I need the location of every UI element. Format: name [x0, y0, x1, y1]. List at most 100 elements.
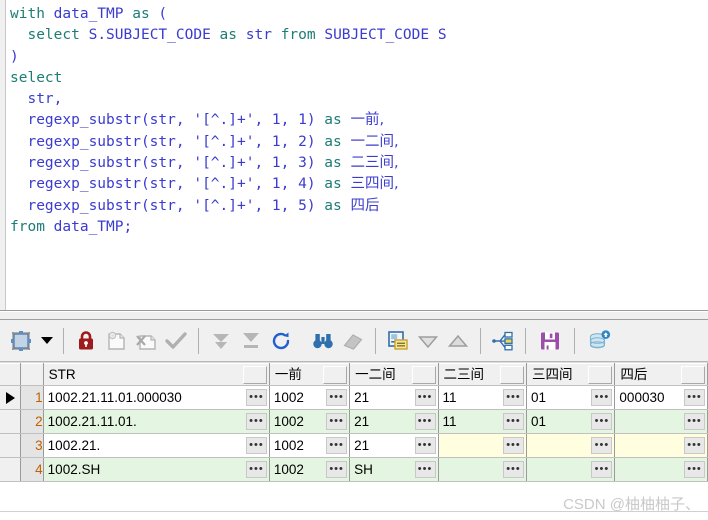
cell-expand-button[interactable]: •••	[591, 461, 613, 478]
results-toolbar	[0, 320, 708, 362]
table-cell-c1[interactable]: 1002 •••	[269, 433, 351, 458]
cell-expand-button[interactable]: •••	[502, 437, 524, 454]
delete-record-button[interactable]	[131, 324, 161, 358]
table-cell-str[interactable]: 1002.SH •••	[43, 457, 270, 482]
table-cell-str[interactable]: 1002.21.11.01. •••	[43, 409, 270, 434]
cell-expand-button[interactable]: •••	[684, 461, 705, 478]
cell-expand-button[interactable]: •••	[591, 413, 613, 430]
cell-expand-button[interactable]: •••	[591, 437, 613, 454]
row-indicator-cell[interactable]	[0, 409, 22, 434]
cell-expand-button[interactable]: •••	[326, 413, 348, 430]
table-cell-c4[interactable]: 01 •••	[526, 409, 616, 434]
row-indicator-cell[interactable]	[0, 433, 22, 458]
insert-record-button[interactable]	[101, 324, 131, 358]
table-cell-c2[interactable]: 21 •••	[349, 409, 439, 434]
cell-expand-button[interactable]: •••	[684, 413, 705, 430]
row-indicator-cell[interactable]	[0, 457, 22, 482]
find-button[interactable]	[308, 324, 338, 358]
row-number-cell[interactable]: 3	[20, 433, 44, 458]
cell-expand-button[interactable]: •••	[326, 437, 348, 454]
fetch-last-page-button[interactable]	[236, 324, 266, 358]
column-header-c4[interactable]: 三四间	[526, 363, 616, 386]
grid-layout-button[interactable]	[4, 324, 38, 358]
cell-expand-button[interactable]: •••	[591, 389, 613, 406]
cell-expand-button[interactable]: •••	[414, 461, 436, 478]
column-resize-grip[interactable]	[242, 365, 267, 384]
cell-expand-button[interactable]: •••	[245, 389, 267, 406]
cell-expand-button[interactable]: •••	[245, 437, 267, 454]
sql-code-text[interactable]: with data_TMP as ( select S.SUBJECT_CODE…	[6, 0, 708, 310]
cell-expand-button[interactable]: •••	[684, 437, 705, 454]
table-cell-c3[interactable]: •••	[438, 457, 527, 482]
table-cell-c4[interactable]: •••	[526, 433, 616, 458]
row-indicator-cell[interactable]	[0, 385, 22, 410]
refresh-button[interactable]	[266, 324, 296, 358]
column-header-c1[interactable]: 一前	[269, 363, 351, 386]
commit-database-button[interactable]	[582, 324, 616, 358]
table-cell-c3[interactable]: 11 •••	[438, 385, 527, 410]
table-cell-c2[interactable]: 21 •••	[349, 433, 439, 458]
table-cell-c5[interactable]: 000030 •••	[614, 385, 708, 410]
clear-filter-button[interactable]	[338, 324, 368, 358]
table-cell-c1[interactable]: 1002 •••	[269, 385, 351, 410]
table-row[interactable]: 2 1002.21.11.01. ••• 1002 ••• 21 ••• 11 ••• 01 •••…	[0, 409, 708, 434]
cell-expand-button[interactable]: •••	[414, 413, 436, 430]
column-header-str[interactable]: STR	[43, 363, 270, 386]
table-cell-c2[interactable]: 21 •••	[349, 385, 439, 410]
table-cell-c4[interactable]: •••	[526, 457, 616, 482]
table-cell-c3[interactable]: 11 •••	[438, 409, 527, 434]
column-resize-grip[interactable]	[411, 365, 436, 384]
row-number-cell[interactable]: 2	[20, 409, 44, 434]
cell-expand-button[interactable]: •••	[245, 413, 267, 430]
row-number-cell[interactable]: 1	[20, 385, 44, 410]
fetch-next-page-button[interactable]	[206, 324, 236, 358]
toolbar-separator	[198, 327, 199, 354]
cell-expand-button[interactable]: •••	[245, 461, 267, 478]
column-resize-grip[interactable]	[499, 365, 524, 384]
code-token: as	[324, 133, 342, 150]
sort-ascending-button[interactable]	[443, 324, 473, 358]
column-header-c2[interactable]: 一二间	[349, 363, 439, 386]
sort-descending-button[interactable]	[413, 324, 443, 358]
cell-expand-button[interactable]: •••	[502, 461, 524, 478]
table-cell-c1[interactable]: 1002 •••	[269, 457, 351, 482]
table-cell-str[interactable]: 1002.21.11.01.000030 •••	[43, 385, 270, 410]
table-cell-c3[interactable]: •••	[438, 433, 527, 458]
sql-editor-pane[interactable]: with data_TMP as ( select S.SUBJECT_CODE…	[0, 0, 708, 311]
code-token: 三四间,	[350, 176, 399, 193]
cell-expand-button[interactable]: •••	[326, 461, 348, 478]
column-header-c5[interactable]: 四后	[614, 363, 708, 386]
column-resize-grip[interactable]	[681, 365, 705, 384]
cell-expand-button[interactable]: •••	[326, 389, 348, 406]
column-resize-grip[interactable]	[323, 365, 348, 384]
table-row[interactable]: 4 1002.SH ••• 1002 ••• SH ••• ••• ••• •••	[0, 457, 708, 482]
column-resize-grip[interactable]	[588, 365, 613, 384]
table-cell-c5[interactable]: •••	[614, 457, 708, 482]
table-row[interactable]: 3 1002.21. ••• 1002 ••• 21 ••• ••• ••• •••	[0, 433, 708, 458]
record-view-button[interactable]	[383, 324, 413, 358]
row-number-cell[interactable]: 4	[20, 457, 44, 482]
results-grid[interactable]: STR 一前 一二间 二三间 三四间 四后 1 1002.21.11.01.000030 ••…	[0, 362, 708, 520]
code-token: regexp_substr(str, '[^.]+', 1, 1)	[27, 112, 325, 129]
table-cell-c5[interactable]: •••	[614, 433, 708, 458]
table-cell-c2[interactable]: SH •••	[349, 457, 439, 482]
cell-expand-button[interactable]: •••	[414, 437, 436, 454]
pane-splitter[interactable]	[0, 311, 708, 320]
group-by-button[interactable]	[488, 324, 518, 358]
cell-expand-button[interactable]: •••	[414, 389, 436, 406]
row-number-header	[20, 363, 44, 386]
cell-expand-button[interactable]: •••	[684, 389, 705, 406]
post-changes-button[interactable]	[161, 324, 191, 358]
table-cell-str[interactable]: 1002.21. •••	[43, 433, 270, 458]
lock-record-button[interactable]	[71, 324, 101, 358]
table-cell-c1[interactable]: 1002 •••	[269, 409, 351, 434]
grid-layout-dropdown[interactable]	[38, 324, 56, 358]
table-cell-c4[interactable]: 01 •••	[526, 385, 616, 410]
table-cell-c5[interactable]: •••	[614, 409, 708, 434]
table-row[interactable]: 1 1002.21.11.01.000030 ••• 1002 ••• 21 ••• 11 ••…	[0, 385, 708, 410]
cell-expand-button[interactable]: •••	[502, 413, 524, 430]
save-button[interactable]	[533, 324, 567, 358]
cell-expand-button[interactable]: •••	[502, 389, 524, 406]
column-header-c3[interactable]: 二三间	[438, 363, 527, 386]
